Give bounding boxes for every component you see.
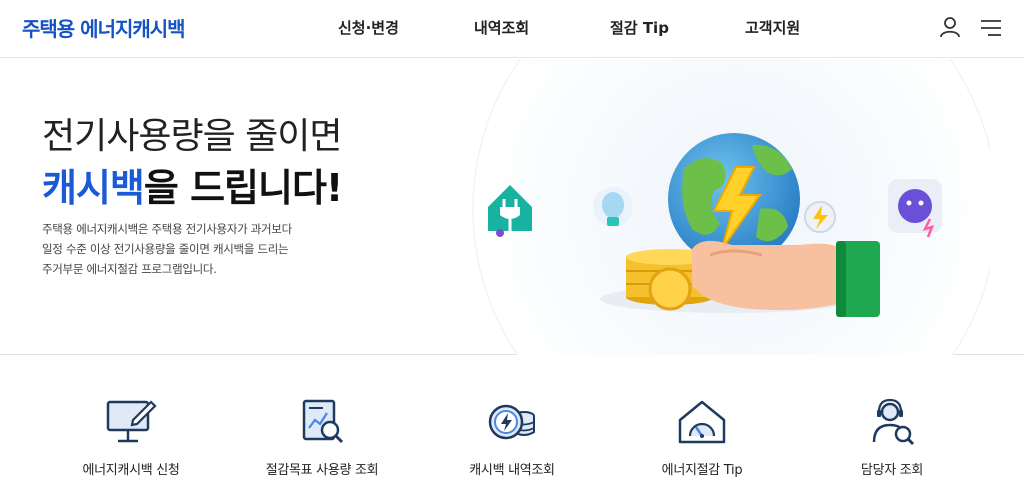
hero-illustration bbox=[472, 59, 990, 355]
quick-label-contact-person: 담당자 조회 bbox=[860, 463, 924, 478]
quick-item-saving-tip[interactable]: 에너지절감 Tip bbox=[612, 396, 792, 486]
nav-item-apply[interactable]: 신청·변경 bbox=[338, 17, 399, 38]
nav-item-tip[interactable]: 절감 Tip bbox=[610, 17, 669, 38]
nav-item-history[interactable]: 내역조회 bbox=[474, 17, 529, 38]
hero-desc-line: 주거부문 에너지절감 프로그램입니다. bbox=[42, 262, 217, 276]
coin-lightning-icon bbox=[488, 404, 535, 440]
hero-desc-line: 일정 수준 이상 전기사용량을 줄이면 캐시백을 드리는 bbox=[42, 242, 289, 256]
bulb-icon bbox=[593, 187, 633, 227]
quick-item-apply[interactable]: 에너지캐시백 신청 bbox=[41, 396, 221, 486]
hero-title-highlight: 캐시백 bbox=[42, 166, 145, 210]
quick-menu: 에너지캐시백 신청 절감목표 사용량 조회 캐시백 내역조회 에너지절감 Tip… bbox=[0, 356, 1024, 494]
quick-item-contact-person[interactable]: 담당자 조회 bbox=[802, 396, 982, 486]
hero-title-line2: 캐시백을 드립니다! bbox=[42, 157, 343, 212]
user-icon[interactable] bbox=[939, 16, 961, 38]
house-gauge-icon bbox=[678, 400, 726, 444]
bolt-badge-icon bbox=[804, 201, 836, 233]
hero-desc-line: 주택용 에너지캐시백은 주택용 전기사용자가 과거보다 bbox=[42, 222, 292, 236]
person-headset-icon bbox=[872, 398, 915, 446]
nav-item-support[interactable]: 고객지원 bbox=[745, 17, 800, 38]
quick-label-apply: 에너지캐시백 신청 bbox=[82, 463, 180, 478]
hamburger-menu-icon[interactable] bbox=[980, 18, 1002, 38]
quick-label-cashback-history: 캐시백 내역조회 bbox=[469, 463, 555, 478]
quick-item-cashback-history[interactable]: 캐시백 내역조회 bbox=[422, 396, 602, 486]
monitor-pen-icon bbox=[106, 400, 157, 443]
hero-title-rest: 을 드립니다! bbox=[143, 166, 343, 210]
quick-label-target-usage: 절감목표 사용량 조회 bbox=[265, 463, 379, 478]
outlet-icon bbox=[888, 179, 942, 238]
hero-description: 주택용 에너지캐시백은 주택용 전기사용자가 과거보다 일정 수준 이상 전기사… bbox=[42, 219, 362, 279]
document-search-icon bbox=[302, 399, 344, 444]
main-nav: 신청·변경 내역조회 절감 Tip 고객지원 bbox=[0, 17, 1024, 39]
quick-item-target-usage[interactable]: 절감목표 사용량 조회 bbox=[232, 396, 412, 486]
site-header: 주택용 에너지캐시백 신청·변경 내역조회 절감 Tip 고객지원 bbox=[0, 0, 1024, 58]
hero-title-line1: 전기사용량을 줄이면 bbox=[42, 116, 343, 157]
hero-banner: 전기사용량을 줄이면 캐시백을 드립니다! 주택용 에너지캐시백은 주택용 전기… bbox=[0, 59, 1024, 355]
quick-label-saving-tip: 에너지절감 Tip bbox=[661, 463, 743, 478]
